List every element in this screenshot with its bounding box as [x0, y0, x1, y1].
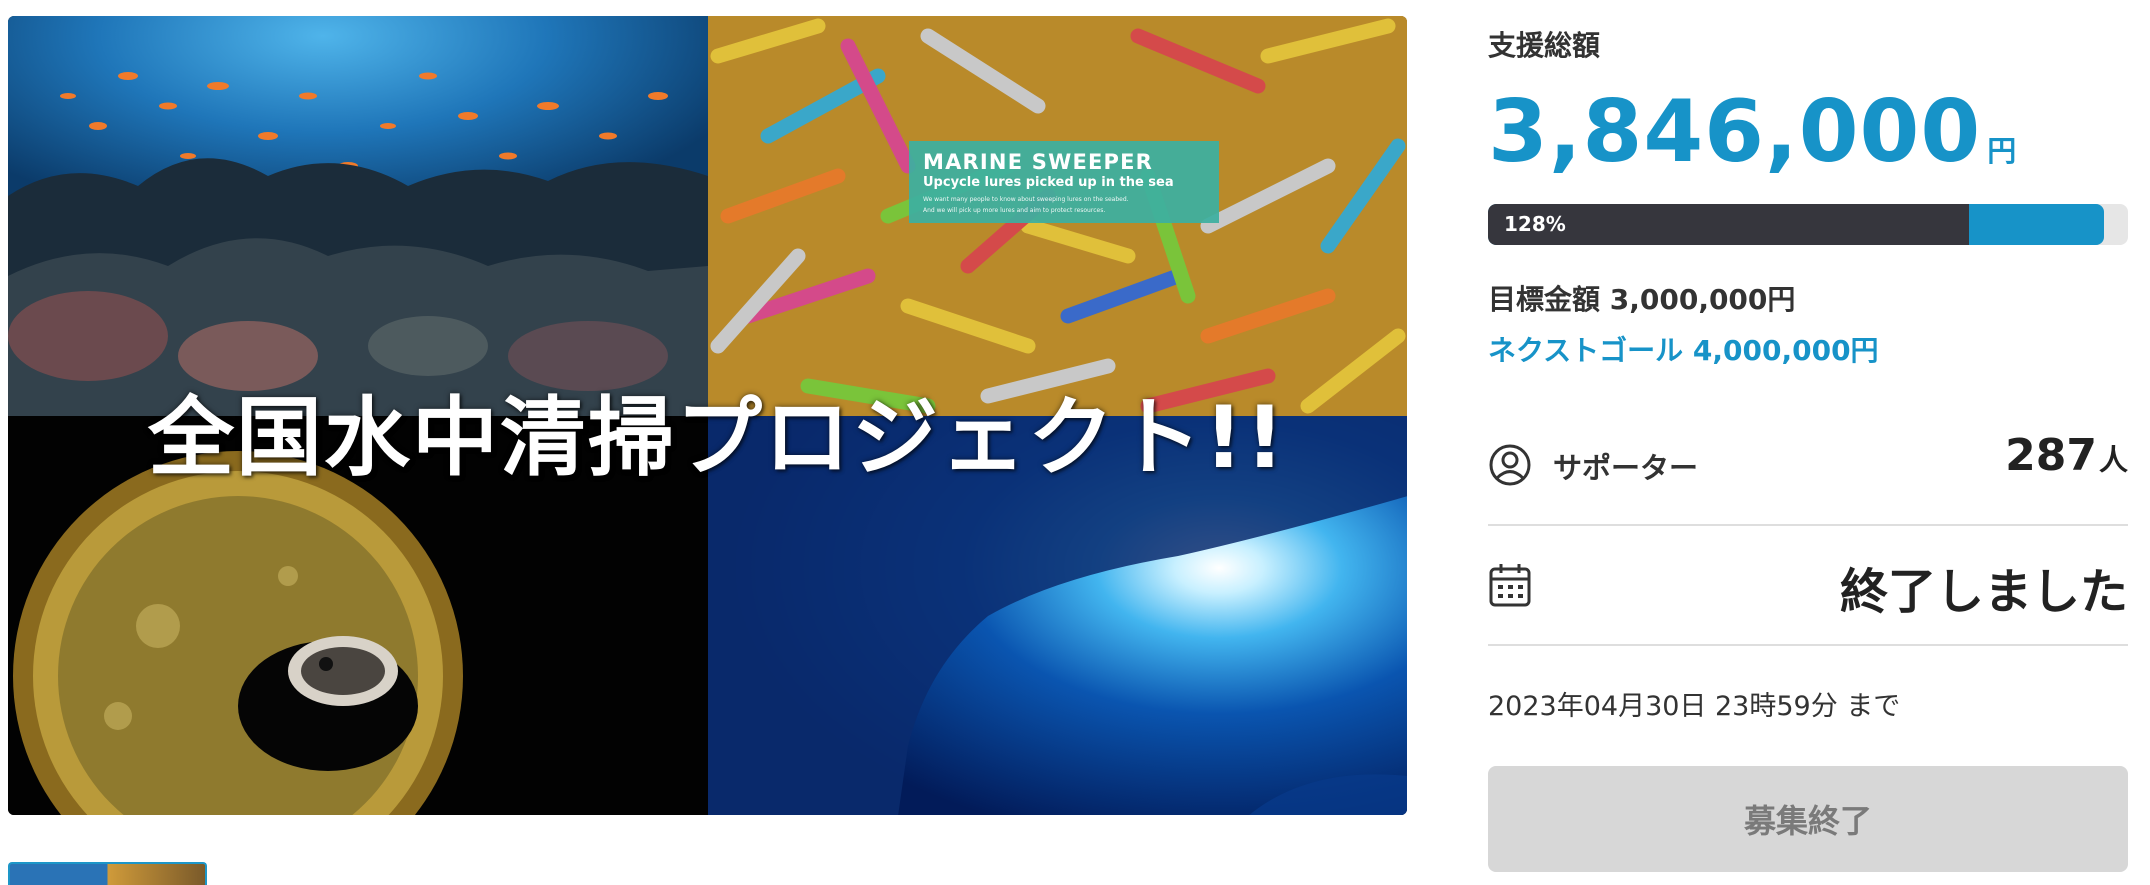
total-amount-value: 3,846,000: [1488, 82, 1982, 182]
supporters-label: サポーター: [1553, 451, 1699, 485]
user-circle-icon: [1488, 443, 1532, 491]
funding-panel: 支援総額 3,846,000 円 128% 目標金額 3,000,000円 ネクス…: [1488, 0, 2128, 885]
calendar-icon: [1488, 562, 1532, 612]
gallery-thumbnail[interactable]: [8, 862, 207, 885]
status-row: 終了しました: [1488, 530, 2128, 640]
next-goal: ネクストゴール 4,000,000円: [1488, 334, 1879, 367]
divider: [1488, 644, 2128, 646]
total-support-label: 支援総額: [1488, 29, 1601, 62]
supporters-unit: 人: [2098, 443, 2128, 477]
funding-progress-bar: 128%: [1488, 204, 2128, 245]
badge-fine-print: And we will pick up more lures and aim t…: [923, 207, 1106, 214]
project-hero-image: MARINE SWEEPER Upcycle lures picked up i…: [8, 16, 1407, 815]
marine-sweeper-badge: MARINE SWEEPER Upcycle lures picked up i…: [909, 141, 1219, 223]
reef-photo: [8, 16, 708, 416]
progress-percent: 128%: [1504, 212, 1566, 236]
target-amount: 目標金額 3,000,000円: [1488, 283, 1796, 316]
hero-title: 全国水中清掃プロジェクト!!: [148, 388, 1287, 488]
badge-title: MARINE SWEEPER: [923, 150, 1154, 174]
supporters-count: 287人: [2005, 430, 2128, 481]
badge-fine-print: We want many people to know about sweepi…: [923, 196, 1129, 203]
campaign-status: 終了しました: [1839, 564, 2128, 620]
badge-subtitle: Upcycle lures picked up in the sea: [923, 175, 1174, 190]
total-amount-unit: 円: [1987, 134, 2017, 168]
recruitment-closed-button[interactable]: 募集終了: [1488, 766, 2128, 872]
deadline-text: 2023年04月30日 23時59分 まで: [1488, 691, 1901, 722]
supporters-row: サポーター 287人: [1488, 425, 2128, 505]
supporters-number: 287: [2005, 430, 2097, 481]
total-amount: 3,846,000 円: [1488, 82, 2016, 182]
divider: [1488, 524, 2128, 526]
